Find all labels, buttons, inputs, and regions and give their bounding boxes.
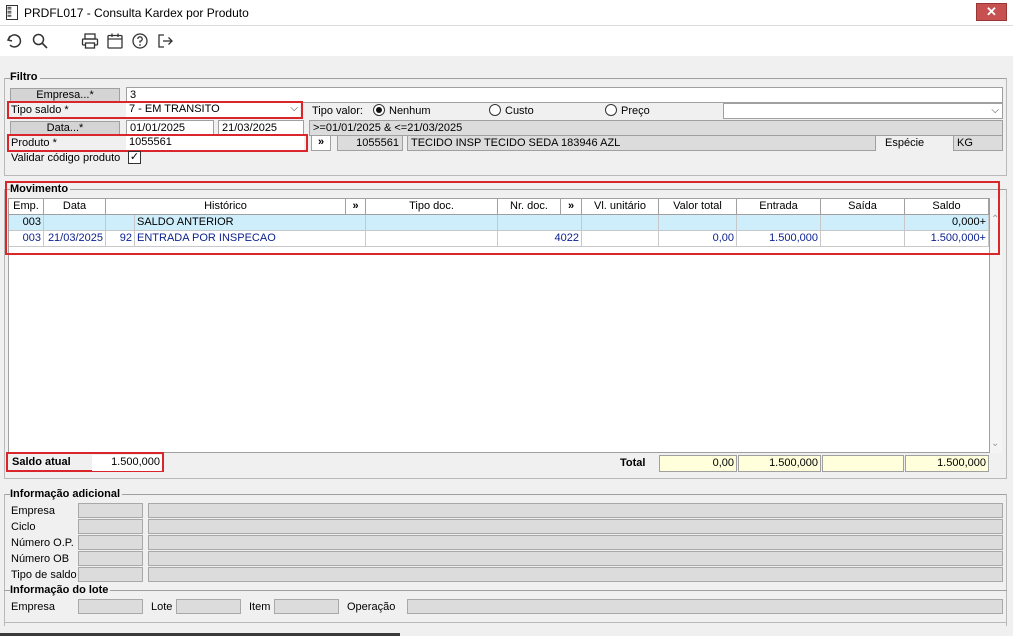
total-saldo: 1.500,000 xyxy=(905,455,989,472)
data-expression: >=01/01/2025 & <=21/03/2025 xyxy=(309,120,1003,136)
tipo-saldo-value: 7 - EM TRANSITO xyxy=(129,103,220,115)
radio-nenhum-label: Nenhum xyxy=(389,105,431,117)
total-entrada: 1.500,000 xyxy=(738,455,821,472)
radio-custo[interactable] xyxy=(489,104,501,116)
total-label: Total xyxy=(620,457,646,469)
calendar-icon[interactable] xyxy=(106,32,124,50)
info-adicional-title: Informação adicional xyxy=(10,488,123,500)
produto-label: Produto * xyxy=(11,137,57,149)
undo-icon[interactable] xyxy=(5,32,23,50)
info-ciclo-label: Ciclo xyxy=(11,521,36,533)
info-tipo-saldo-code xyxy=(78,567,143,582)
bottom-border xyxy=(4,622,1007,623)
info-op-code xyxy=(78,535,143,550)
info-empresa-desc xyxy=(148,503,1003,518)
especie-value: KG xyxy=(953,135,1003,151)
scroll-down-icon[interactable]: ⌄ xyxy=(991,438,999,449)
info-ob-desc xyxy=(148,551,1003,566)
filtro-group-border xyxy=(4,78,1007,79)
title-bar: ≡ ≡ ≡ PRDFL017 - Consulta Kardex por Produ… xyxy=(0,0,1013,26)
chevron-down-icon: ⌵ xyxy=(991,105,999,116)
info-lote-border xyxy=(4,590,1007,591)
tipo-valor-label: Tipo valor: xyxy=(312,105,363,117)
produto-field[interactable]: 1055561 xyxy=(126,136,304,150)
info-left-border xyxy=(4,494,5,626)
exit-icon[interactable] xyxy=(156,32,174,50)
radio-custo-label: Custo xyxy=(505,105,534,117)
lote-label: Lote xyxy=(151,601,173,613)
validar-label: Validar código produto xyxy=(11,152,121,164)
radio-preco[interactable] xyxy=(605,104,617,116)
info-ciclo-desc xyxy=(148,519,1003,534)
help-icon[interactable] xyxy=(131,32,149,50)
tipo-saldo-select[interactable]: 7 - EM TRANSITO ⌵ xyxy=(126,103,300,117)
info-adicional-border xyxy=(4,494,1007,495)
close-button[interactable]: ✕ xyxy=(976,3,1007,21)
info-tipo-saldo-desc xyxy=(148,567,1003,582)
movimento-highlight xyxy=(5,181,1000,255)
info-ciclo-code xyxy=(78,519,143,534)
filtro-bottom-border xyxy=(4,175,1007,176)
info-tipo-saldo-label: Tipo de saldo xyxy=(11,569,77,581)
radio-nenhum[interactable] xyxy=(373,104,385,116)
movimento-bottom-border xyxy=(4,478,1007,479)
tipo-valor-select[interactable]: ⌵ xyxy=(723,103,1003,119)
info-lote-title: Informação do lote xyxy=(10,584,111,596)
info-ob-label: Número OB xyxy=(11,553,70,565)
info-right-border xyxy=(1006,494,1007,626)
filtro-left-border xyxy=(4,78,5,176)
tipo-saldo-label: Tipo saldo * xyxy=(11,104,69,116)
saldo-atual-value: 1.500,000 xyxy=(92,455,162,471)
print-icon[interactable] xyxy=(81,32,99,50)
total-valor: 0,00 xyxy=(659,455,737,472)
toolbar xyxy=(0,26,1013,56)
document-icon: ≡ ≡ ≡ xyxy=(6,5,18,20)
lote-empresa-label: Empresa xyxy=(11,601,56,613)
info-ob-code xyxy=(78,551,143,566)
lote-empresa-field xyxy=(78,599,143,614)
operacao-field xyxy=(407,599,1003,614)
info-empresa-code xyxy=(78,503,143,518)
validar-checkbox[interactable]: ✓ xyxy=(128,151,141,164)
lote-field xyxy=(176,599,241,614)
window-title: PRDFL017 - Consulta Kardex por Produto xyxy=(24,6,249,20)
item-field xyxy=(274,599,339,614)
especie-label: Espécie xyxy=(885,137,925,149)
produto-expand-button[interactable]: » xyxy=(311,135,331,151)
info-empresa-label: Empresa xyxy=(11,505,56,517)
item-label: Item xyxy=(249,601,271,613)
info-op-label: Número O.P. xyxy=(11,537,74,549)
operacao-label: Operação xyxy=(347,601,396,613)
filtro-right-border xyxy=(1006,78,1007,176)
saldo-atual-label: Saldo atual xyxy=(12,456,71,468)
produto-code: 1055561 xyxy=(337,135,403,151)
produto-description: TECIDO INSP TECIDO SEDA 183946 AZL xyxy=(407,135,876,151)
total-saida xyxy=(822,455,904,472)
movimento-right-border xyxy=(1006,189,1007,479)
filtro-title: Filtro xyxy=(10,71,40,83)
radio-preco-label: Preço xyxy=(621,105,650,117)
chevron-down-icon: ⌵ xyxy=(290,103,298,114)
search-icon[interactable] xyxy=(31,32,49,50)
info-op-desc xyxy=(148,535,1003,550)
